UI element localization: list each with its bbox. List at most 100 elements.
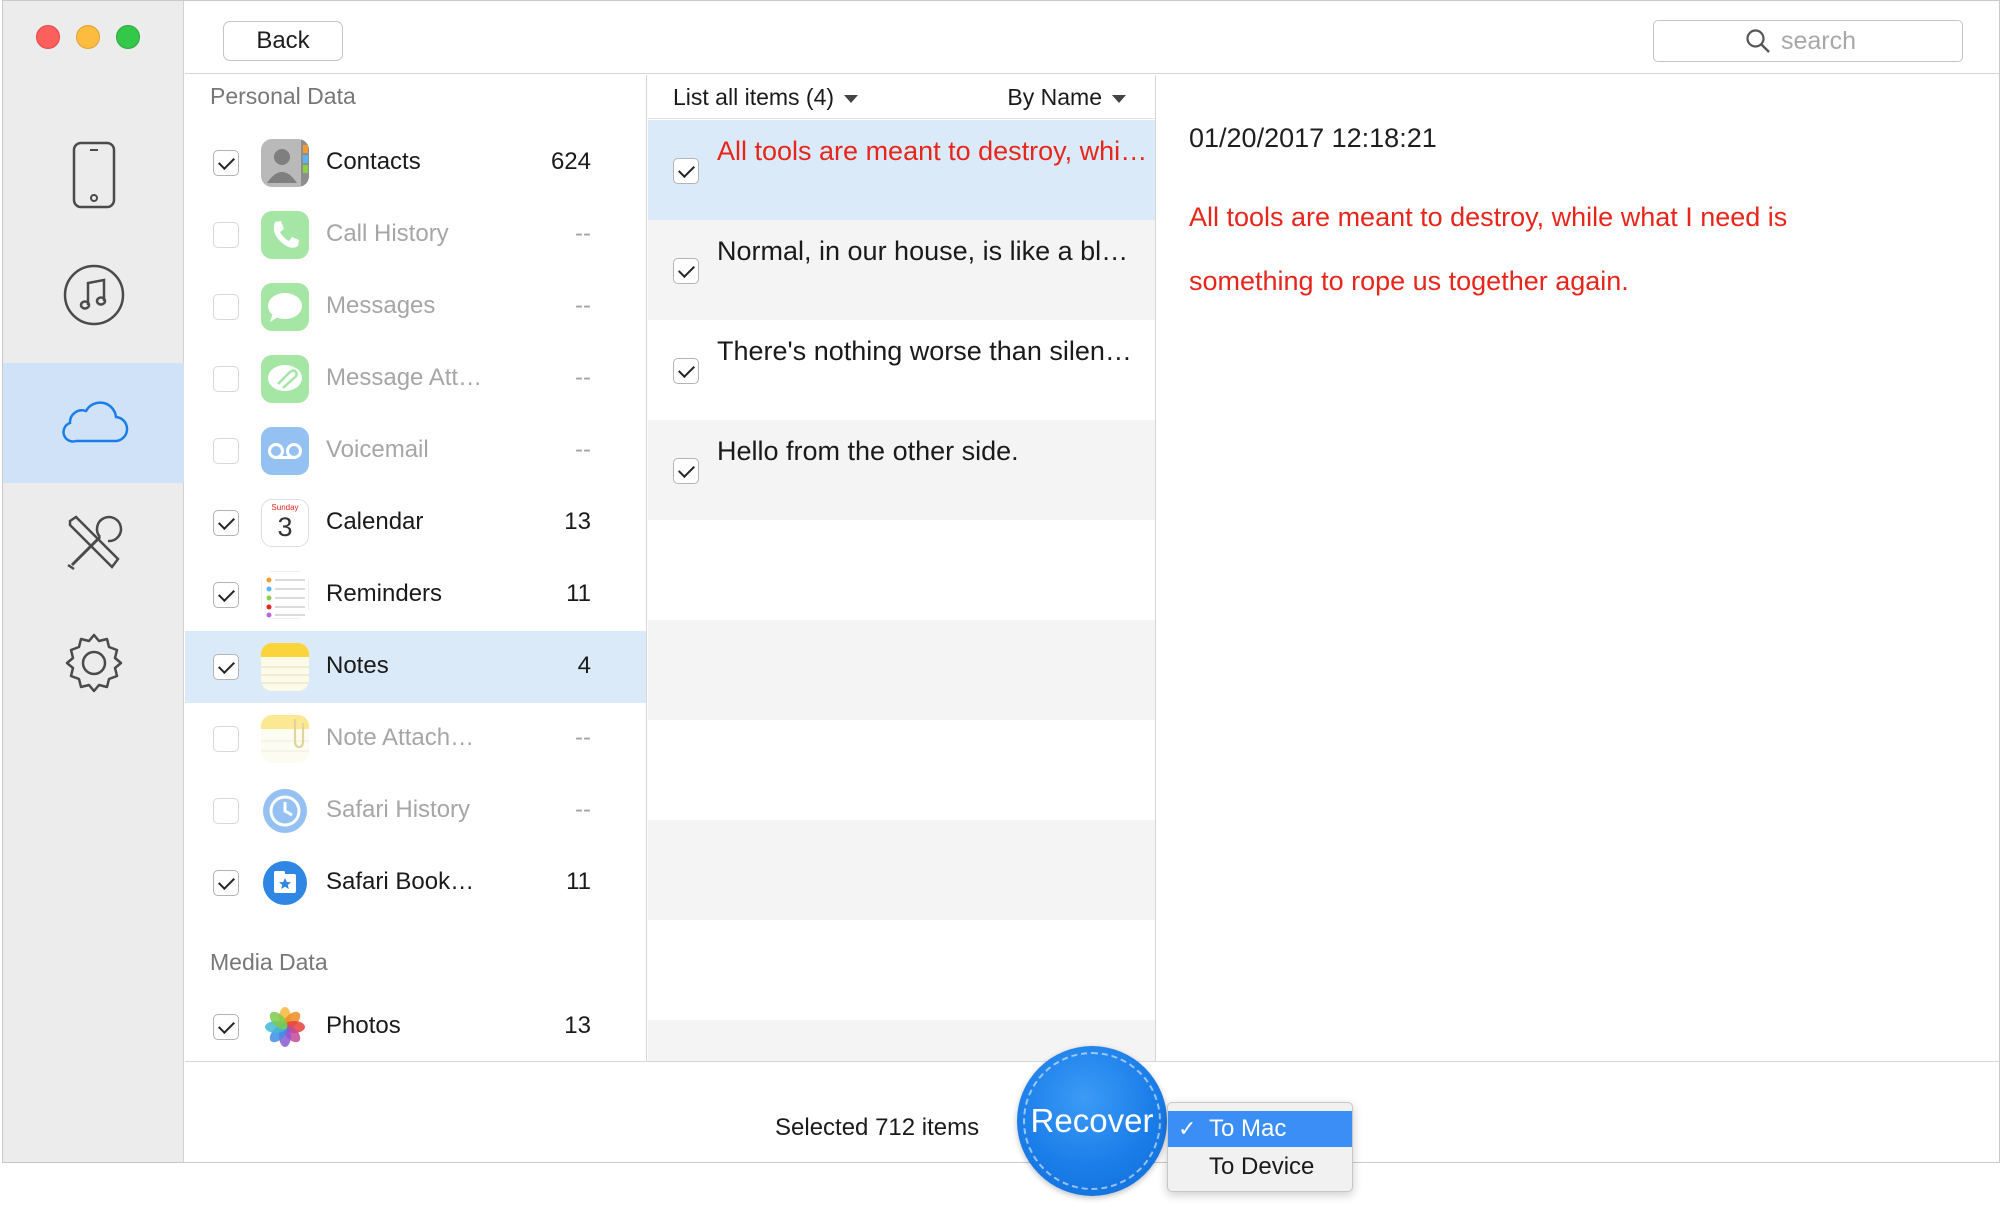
note-attachment-icon: [261, 715, 309, 763]
music-note-icon: [63, 264, 124, 326]
category-count: 4: [577, 652, 591, 679]
checkmark-icon: ✓: [1178, 1116, 1197, 1141]
category-voicemail[interactable]: Voicemail --: [185, 415, 646, 487]
gear-icon: [65, 633, 122, 693]
calendar-icon: Sunday 3: [261, 499, 309, 547]
recover-label: Recover: [1030, 1102, 1154, 1139]
chevron-down-icon: [844, 94, 859, 103]
recover-button[interactable]: Recover: [1017, 1046, 1167, 1196]
rail-item-itunes[interactable]: [3, 235, 184, 355]
safari-bookmark-icon: [261, 859, 309, 907]
category-label: Reminders: [326, 580, 443, 607]
rail-item-icloud[interactable]: [3, 363, 184, 483]
note-title: Hello from the other side.: [717, 436, 1019, 466]
list-filter-label: List all items (4): [673, 84, 835, 110]
category-label: Contacts: [326, 148, 421, 175]
photos-icon: [261, 1003, 309, 1051]
checkbox[interactable]: [213, 726, 239, 752]
category-notes[interactable]: Notes 4: [185, 631, 646, 703]
category-label: Photos: [326, 1012, 401, 1039]
checkbox[interactable]: [213, 582, 239, 608]
checkbox[interactable]: [673, 158, 699, 184]
list-item[interactable]: All tools are meant to destroy, while wh…: [648, 120, 1155, 220]
note-body-line: All tools are meant to destroy, while wh…: [1189, 202, 1788, 232]
close-window-button[interactable]: [36, 25, 60, 49]
checkbox[interactable]: [213, 798, 239, 824]
checkbox[interactable]: [213, 654, 239, 680]
category-count: --: [575, 292, 591, 319]
chevron-down-icon: [1112, 94, 1126, 103]
personal-data-heading: Personal Data: [210, 83, 356, 109]
category-label: Notes: [326, 652, 389, 679]
category-label: Voicemail: [326, 436, 429, 463]
search-box[interactable]: [1653, 20, 1963, 62]
category-message-attachments[interactable]: Message Att… --: [185, 343, 646, 415]
category-count: 11: [566, 580, 591, 607]
contacts-icon: [261, 139, 309, 187]
empty-row: [648, 620, 1155, 720]
category-label: Safari Book…: [326, 868, 475, 895]
rail-item-device[interactable]: [3, 115, 184, 235]
search-input[interactable]: [1781, 26, 1871, 56]
category-count: --: [575, 220, 591, 247]
sort-label: By Name: [1007, 84, 1102, 110]
note-body-line: something to rope us together again.: [1189, 266, 1629, 296]
list-item[interactable]: Hello from the other side.: [648, 420, 1155, 520]
empty-row: [648, 720, 1155, 820]
checkbox[interactable]: [213, 870, 239, 896]
phone-icon: [261, 211, 309, 259]
zoom-window-button[interactable]: [116, 25, 140, 49]
items-list-panel: List all items (4) By Name All tools are…: [648, 75, 1156, 1061]
category-label: Call History: [326, 220, 449, 247]
category-photos[interactable]: Photos 13: [185, 991, 646, 1061]
category-label: Note Attach…: [326, 724, 475, 751]
recover-destination-menu: ✓ To Mac To Device: [1167, 1102, 1353, 1192]
checkbox[interactable]: [213, 150, 239, 176]
search-icon: [1746, 29, 1770, 53]
category-reminders[interactable]: Reminders 11: [185, 559, 646, 631]
sort-dropdown[interactable]: By Name: [1007, 84, 1126, 111]
rail-item-settings[interactable]: [3, 603, 184, 723]
checkbox[interactable]: [213, 366, 239, 392]
note-date: 01/20/2017 12:18:21: [1189, 123, 1437, 153]
category-count: --: [575, 436, 591, 463]
menu-item-to-mac[interactable]: ✓ To Mac: [1168, 1111, 1352, 1147]
message-attachment-icon: [261, 355, 309, 403]
checkbox[interactable]: [213, 438, 239, 464]
menu-item-to-device[interactable]: To Device: [1168, 1149, 1352, 1185]
list-item[interactable]: There's nothing worse than silen…: [648, 320, 1155, 420]
empty-row: [648, 820, 1155, 920]
rail-item-tools[interactable]: [3, 483, 184, 603]
checkbox[interactable]: [673, 458, 699, 484]
app-window: Back Personal Data: [2, 0, 2000, 1163]
media-data-heading: Media Data: [210, 949, 328, 975]
checkbox[interactable]: [213, 1014, 239, 1040]
category-count: --: [575, 796, 591, 823]
checkbox[interactable]: [213, 294, 239, 320]
list-filter-dropdown[interactable]: List all items (4): [673, 84, 859, 111]
category-label: Messages: [326, 292, 436, 319]
note-title: There's nothing worse than silen…: [717, 336, 1132, 366]
category-call-history[interactable]: Call History --: [185, 199, 646, 271]
category-safari-bookmarks[interactable]: Safari Book… 11: [185, 847, 646, 919]
calendar-day: 3: [277, 512, 293, 542]
category-count: --: [575, 364, 591, 391]
list-item[interactable]: Normal, in our house, is like a bl…: [648, 220, 1155, 320]
category-note-attachments[interactable]: Note Attach… --: [185, 703, 646, 775]
category-messages[interactable]: Messages --: [185, 271, 646, 343]
back-button[interactable]: Back: [223, 21, 343, 61]
category-safari-history[interactable]: Safari History --: [185, 775, 646, 847]
note-title: Normal, in our house, is like a bl…: [717, 236, 1129, 266]
category-calendar[interactable]: Sunday 3 Calendar 13: [185, 487, 646, 559]
category-contacts[interactable]: Contacts 624: [185, 127, 646, 199]
iphone-icon: [72, 141, 115, 209]
minimize-window-button[interactable]: [76, 25, 100, 49]
checkbox[interactable]: [673, 258, 699, 284]
empty-row: [648, 520, 1155, 620]
checkbox[interactable]: [213, 222, 239, 248]
checkbox[interactable]: [213, 510, 239, 536]
checkbox[interactable]: [673, 358, 699, 384]
calendar-weekday: Sunday: [271, 503, 299, 512]
notes-icon: [261, 643, 309, 691]
list-header: List all items (4) By Name: [648, 75, 1155, 119]
